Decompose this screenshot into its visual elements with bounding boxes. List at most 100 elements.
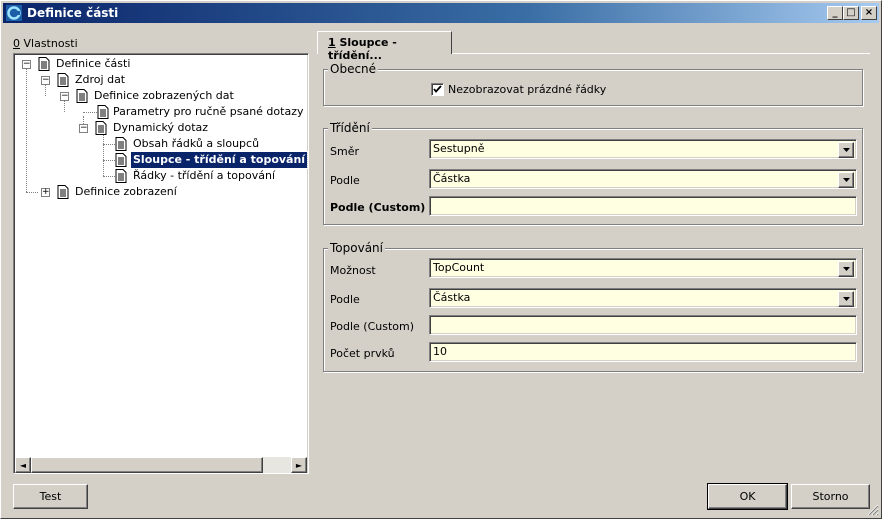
- direction-select[interactable]: Sestupně: [429, 139, 857, 159]
- params-document-icon: [97, 105, 109, 119]
- tree-node-label-selected: Sloupce - třídění a topování: [129, 151, 309, 169]
- sort-custom-label: Podle (Custom): [330, 201, 426, 214]
- tree-line: [83, 112, 97, 113]
- tab-sloupce-mnemonic: 1: [328, 36, 336, 49]
- group-general-title: Obecné: [328, 62, 379, 76]
- document-icon: [115, 169, 127, 183]
- arrow-right-icon: ►: [295, 460, 303, 470]
- tree-node-label: Obsah řádků a sloupců: [133, 137, 260, 150]
- direction-dropdown-button[interactable]: [838, 142, 854, 158]
- minimize-icon: _: [832, 7, 838, 18]
- tree-node-label: Definice části: [56, 57, 131, 70]
- tree-line: [103, 144, 115, 145]
- tree-node-zdroj-dat[interactable]: − Zdroj dat: [41, 72, 241, 88]
- horizontal-scrollbar[interactable]: ◄ ►: [15, 457, 307, 473]
- top-by-dropdown-button[interactable]: [838, 291, 854, 307]
- tree-line: [103, 160, 115, 161]
- tab-sloupce-trideni[interactable]: 1 Sloupce - třídění...: [317, 31, 452, 62]
- tree-node-radky[interactable]: Řádky - třídění a topování: [115, 168, 305, 184]
- tree-node-label: Zdroj dat: [75, 73, 126, 86]
- tree-node-sloupce[interactable]: Sloupce - třídění a topování: [115, 151, 309, 169]
- arrow-left-icon: ◄: [19, 460, 27, 470]
- collapse-icon[interactable]: −: [41, 76, 50, 85]
- chevron-down-icon: [842, 178, 850, 182]
- top-by-label: Podle: [330, 293, 360, 306]
- tree-line: [103, 134, 104, 176]
- resize-grip-icon[interactable]: [867, 504, 879, 516]
- tree-node-label: Dynamický dotaz: [113, 121, 209, 134]
- top-option-select[interactable]: TopCount: [429, 258, 857, 278]
- tree-node-obsah[interactable]: Obsah řádků a sloupců: [115, 136, 305, 152]
- hide-empty-rows-label: Nezobrazovat prázdné řádky: [448, 83, 607, 96]
- tree-node-label: Řádky - třídění a topování: [133, 169, 276, 182]
- checkmark-icon: [433, 85, 442, 93]
- test-button-label: Test: [39, 490, 62, 503]
- group-topping-title: Topování: [328, 241, 385, 255]
- tree-node-definice-zobrazenych-dat[interactable]: − Definice zobrazených dat: [60, 88, 300, 104]
- tree-node-dynamicky-dotaz[interactable]: − Dynamický dotaz: [79, 120, 279, 136]
- minimize-button[interactable]: _: [827, 6, 843, 20]
- direction-value: Sestupně: [433, 142, 485, 155]
- top-count-input[interactable]: 10: [429, 342, 857, 362]
- tree-line: [103, 176, 115, 177]
- scroll-left-button[interactable]: ◄: [15, 457, 31, 473]
- chevron-down-icon: [842, 148, 850, 152]
- window-title: Definice části: [27, 6, 119, 20]
- top-count-value: 10: [433, 345, 447, 358]
- maximize-icon: □: [846, 7, 856, 18]
- title-bar[interactable]: Definice části _ □ ×: [3, 3, 879, 23]
- sort-custom-input[interactable]: [429, 196, 857, 216]
- tree-line: [26, 68, 27, 192]
- sort-by-select[interactable]: Částka: [429, 169, 857, 189]
- top-option-dropdown-button[interactable]: [838, 261, 854, 277]
- scroll-right-button[interactable]: ►: [291, 457, 307, 473]
- tree-node-label: Definice zobrazených dat: [94, 89, 234, 102]
- top-custom-input[interactable]: [429, 315, 857, 335]
- tree-node-definice-zobrazeni[interactable]: + Definice zobrazení: [41, 184, 241, 200]
- tree-node-parametry[interactable]: Parametry pro ručně psané dotazy (SQL: [97, 104, 307, 120]
- chevron-down-icon: [842, 297, 850, 301]
- collapse-icon[interactable]: −: [79, 124, 88, 133]
- top-option-label: Možnost: [330, 264, 376, 277]
- tab-properties[interactable]: 0 Vlastnosti: [13, 37, 78, 50]
- chevron-down-icon: [842, 267, 850, 271]
- top-custom-label: Podle (Custom): [330, 320, 414, 333]
- tree-node-definice-casti[interactable]: − Definice části: [22, 56, 222, 72]
- top-option-value: TopCount: [433, 261, 485, 274]
- tree-panel[interactable]: − Definice části − Zdroj dat − Definice …: [13, 53, 309, 474]
- close-icon: ×: [864, 7, 874, 18]
- direction-label: Směr: [330, 145, 359, 158]
- tree-line: [26, 192, 38, 193]
- top-by-value: Částka: [433, 291, 471, 304]
- document-icon: [95, 121, 107, 135]
- tree-node-label: Parametry pro ručně psané dotazy (SQL: [113, 105, 307, 118]
- tree-node-label: Definice zobrazení: [75, 185, 177, 198]
- close-button[interactable]: ×: [861, 6, 877, 20]
- tab-properties-label: Vlastnosti: [20, 37, 78, 50]
- sort-by-label: Podle: [330, 174, 360, 187]
- document-icon: [38, 57, 50, 71]
- app-icon: [6, 5, 22, 21]
- sort-by-value: Částka: [433, 172, 471, 185]
- cancel-button-label: Storno: [812, 490, 849, 503]
- sort-by-dropdown-button[interactable]: [838, 172, 854, 188]
- document-icon: [76, 89, 88, 103]
- cancel-button[interactable]: Storno: [791, 484, 870, 509]
- test-button[interactable]: Test: [13, 484, 88, 509]
- tab-strip-line: [452, 53, 870, 54]
- expand-icon[interactable]: +: [41, 188, 50, 197]
- document-icon: [57, 185, 69, 199]
- group-sorting-title: Třídění: [328, 121, 372, 135]
- ok-button[interactable]: OK: [707, 483, 788, 510]
- scrollbar-thumb[interactable]: [31, 457, 263, 473]
- tab-sloupce-label: Sloupce - třídění...: [328, 36, 397, 62]
- maximize-button[interactable]: □: [843, 6, 859, 20]
- document-icon: [115, 153, 127, 167]
- collapse-icon[interactable]: −: [22, 60, 31, 69]
- top-by-select[interactable]: Částka: [429, 288, 857, 308]
- hide-empty-rows-checkbox[interactable]: [431, 83, 444, 96]
- tab-properties-mnemonic: 0: [13, 37, 20, 50]
- document-icon: [57, 73, 69, 87]
- ok-button-label: OK: [739, 490, 756, 503]
- collapse-icon[interactable]: −: [60, 92, 69, 101]
